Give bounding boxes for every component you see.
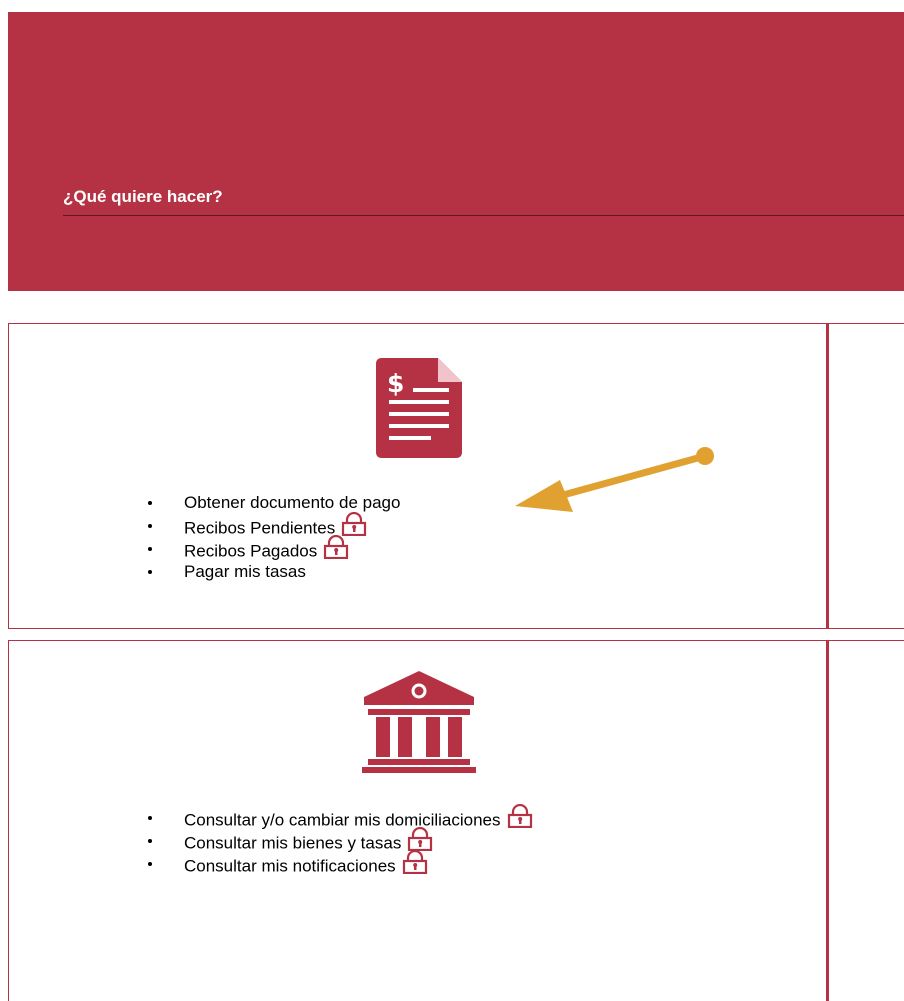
payments-links-list: Obtener documento de pago Recibos Pendien… [148,491,400,583]
payments-card-next-column [829,323,904,629]
list-item: Pagar mis tasas [148,560,400,583]
list-item: Consultar mis bienes y tasas [148,826,533,852]
menu-link[interactable]: Consultar mis bienes y tasas [184,833,401,852]
question-label: ¿Qué quiere hacer? [63,187,223,206]
question-underline [63,215,904,216]
bullet-dot [148,839,152,843]
header-banner: ¿Qué quiere hacer? [8,12,904,291]
menu-link[interactable]: Consultar mis notificaciones [184,856,396,875]
svg-text:$: $ [387,369,404,398]
list-item: Consultar mis notificaciones [148,849,533,875]
bullet-dot [148,501,152,505]
lock-icon [402,849,428,880]
invoice-document-icon: $ [376,358,462,463]
menu-link[interactable]: Recibos Pagados [184,541,317,560]
list-item: Consultar y/o cambiar mis domiciliacione… [148,803,533,829]
bullet-dot [148,816,152,820]
menu-link[interactable]: Consultar y/o cambiar mis domiciliacione… [184,810,501,829]
bullet-dot [148,547,152,551]
bullet-dot [148,570,152,574]
domiciliations-links-list: Consultar y/o cambiar mis domiciliacione… [148,803,533,875]
list-item: Recibos Pendientes [148,511,400,537]
menu-link[interactable]: Pagar mis tasas [184,562,306,581]
list-item: Recibos Pagados [148,534,400,560]
bullet-dot [148,524,152,528]
menu-link[interactable]: Obtener documento de pago [184,493,400,512]
bank-building-icon [362,671,476,778]
arrow-annotation-icon [515,447,714,512]
domiciliations-card-next-column [829,640,904,1001]
bullet-dot [148,862,152,866]
menu-link[interactable]: Recibos Pendientes [184,518,335,537]
list-item: Obtener documento de pago [148,491,400,514]
